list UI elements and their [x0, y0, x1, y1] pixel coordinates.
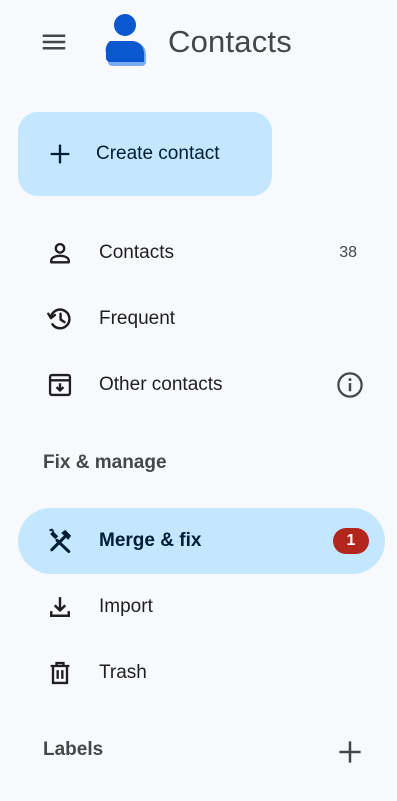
- nav-item-import[interactable]: Import: [18, 574, 385, 640]
- info-icon[interactable]: [335, 370, 365, 400]
- nav-item-label: Trash: [99, 662, 147, 683]
- nav-item-label: Frequent: [99, 308, 176, 329]
- tools-icon: [46, 527, 74, 555]
- contacts-count: 38: [339, 244, 357, 261]
- contacts-person-logo: [105, 14, 146, 66]
- labels-heading: Labels: [43, 739, 104, 760]
- hamburger-menu-icon: [42, 34, 66, 50]
- nav-item-other-contacts[interactable]: Other contacts: [18, 352, 385, 418]
- app-title: Contacts: [168, 24, 292, 59]
- add-label-button[interactable]: [330, 732, 370, 772]
- nav-item-contacts[interactable]: Contacts 38: [18, 220, 385, 286]
- plus-icon: [50, 144, 70, 164]
- nav-item-label: Contacts: [99, 242, 174, 263]
- nav-item-label: Other contacts: [99, 374, 223, 395]
- plus-icon: [339, 741, 361, 763]
- nav-item-trash[interactable]: Trash: [18, 640, 385, 706]
- nav-item-label: Import: [99, 596, 153, 617]
- nav-item-frequent[interactable]: Frequent: [18, 286, 385, 352]
- trash-icon: [46, 659, 74, 687]
- main-menu-button[interactable]: [30, 18, 78, 66]
- history-icon: [46, 305, 74, 333]
- contacts-logo[interactable]: [100, 12, 152, 68]
- merge-count-badge: 1: [333, 528, 369, 554]
- nav-item-merge-fix[interactable]: Merge & fix 1: [18, 508, 385, 574]
- download-icon: [46, 593, 74, 621]
- archive-download-icon: [46, 371, 74, 399]
- fix-manage-heading: Fix & manage: [43, 452, 167, 473]
- nav-item-label: Merge & fix: [99, 530, 202, 551]
- create-contact-button[interactable]: Create contact: [18, 112, 272, 196]
- create-contact-label: Create contact: [96, 143, 220, 164]
- app-header: Contacts: [0, 0, 397, 84]
- person-icon: [46, 239, 74, 267]
